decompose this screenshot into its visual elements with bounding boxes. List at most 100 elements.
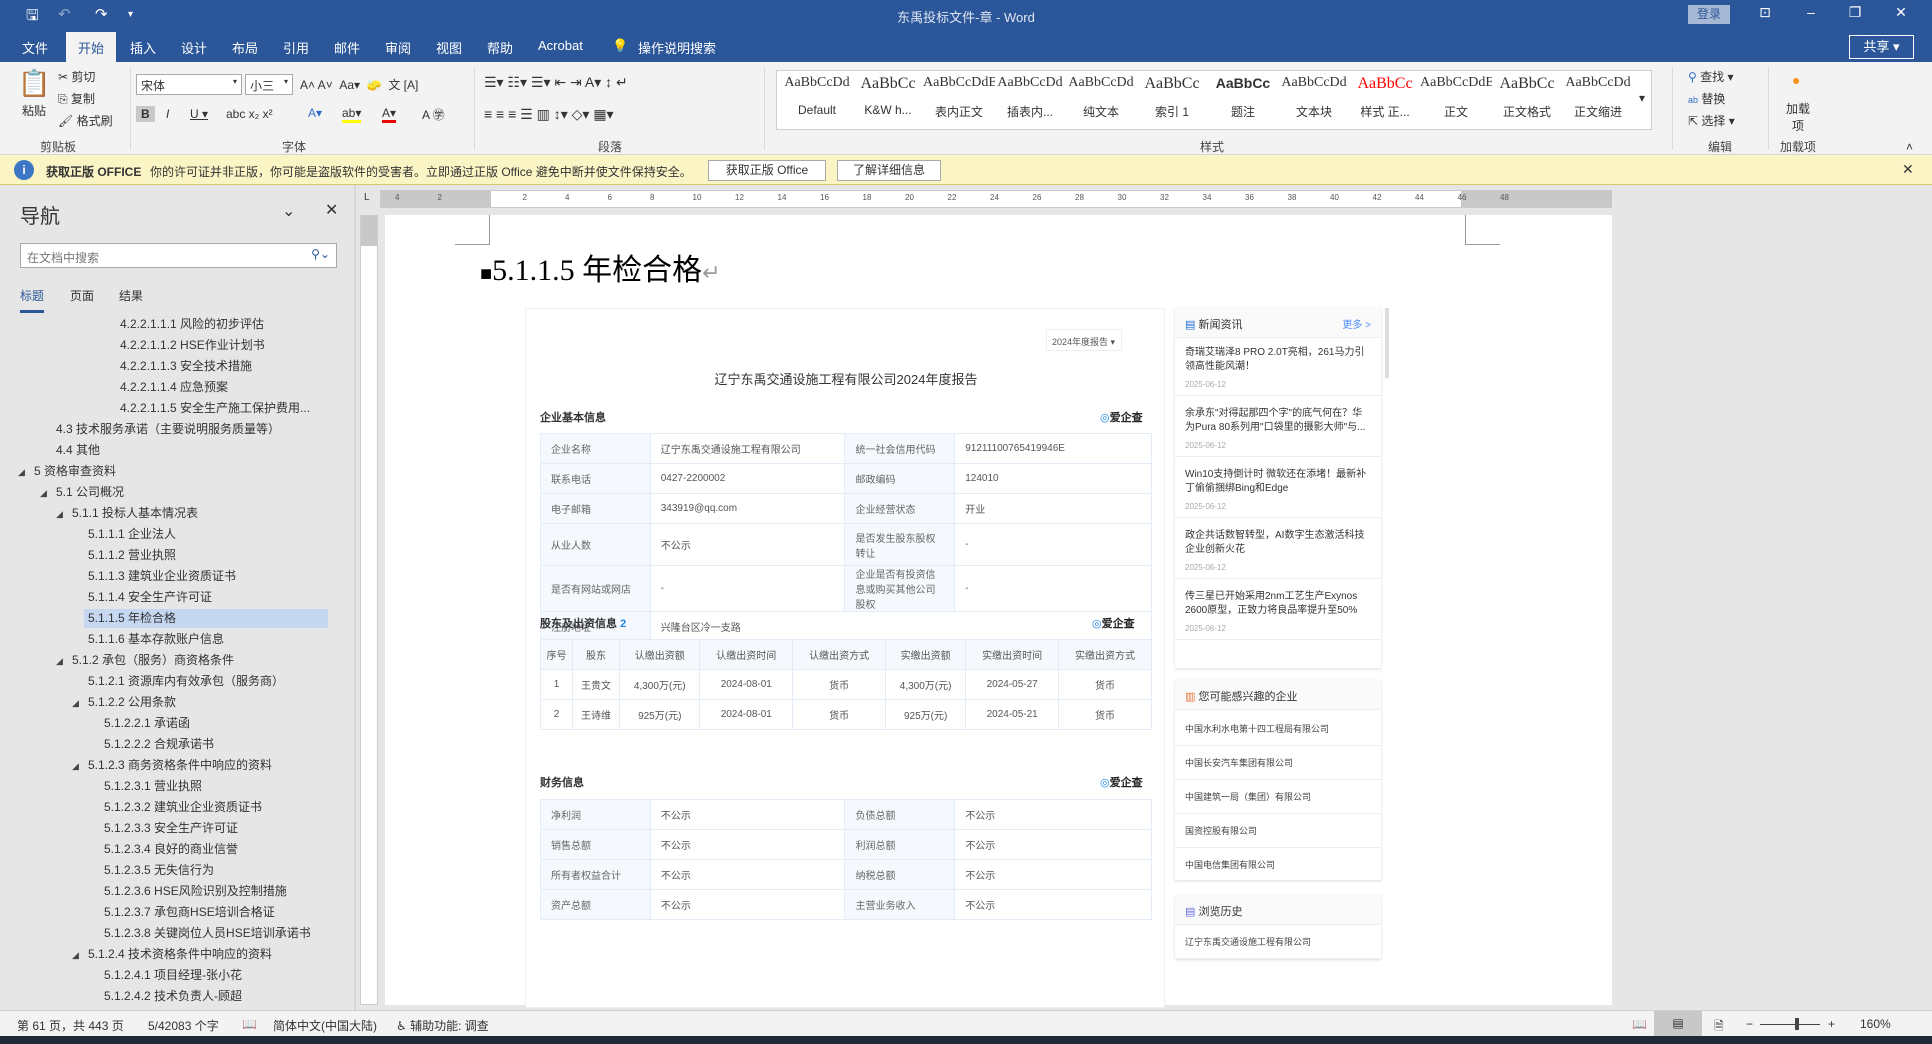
interest-company[interactable]: 中国建筑一局（集团）有限公司 <box>1175 780 1381 814</box>
addins-button[interactable]: 加载项 <box>1786 100 1810 134</box>
vertical-ruler[interactable] <box>360 215 378 1005</box>
style-item[interactable]: AaBbCcDd 文本块 <box>1278 75 1350 120</box>
zoom-out-button[interactable]: − <box>1746 1017 1753 1031</box>
learn-more-button[interactable]: 了解详细信息 <box>837 160 941 181</box>
underline-button[interactable]: U ▾ <box>190 107 208 121</box>
paste-button[interactable]: 粘贴 <box>22 102 46 119</box>
text-effects-icon[interactable]: A▾ <box>308 106 322 120</box>
nav-heading-item[interactable]: 5.1.2.4 技术资格条件中响应的资料 <box>84 945 272 964</box>
expand-triangle-icon[interactable]: ◢ <box>72 950 79 961</box>
zoom-in-button[interactable]: + <box>1828 1017 1835 1031</box>
expand-triangle-icon[interactable]: ◢ <box>40 488 47 499</box>
font-size-combo[interactable]: 小三 ▾ <box>245 74 293 95</box>
nav-heading-item[interactable]: 5 资格审查资料 <box>30 462 116 481</box>
close-button[interactable]: ✕ <box>1886 4 1916 21</box>
news-item[interactable]: 余承东"对得起那四个字"的底气何在？华为Pura 80系列用"口袋里的摄影大师"… <box>1175 401 1381 457</box>
interest-company[interactable]: 中国水利水电第十四工程局有限公司 <box>1175 712 1381 746</box>
tab-acrobat[interactable]: Acrobat <box>538 38 583 53</box>
nav-heading-item[interactable]: 5.1.2.2.1 承诺函 <box>100 714 190 733</box>
read-mode-icon[interactable]: 📖 <box>1632 1017 1647 1031</box>
expand-triangle-icon[interactable]: ◢ <box>56 656 63 667</box>
nav-heading-item[interactable]: 5.1.1.6 基本存款账户信息 <box>84 630 224 649</box>
style-item[interactable]: AaBbCcDd 插表内... <box>994 75 1066 120</box>
font-color-icon[interactable]: A▾ <box>382 106 397 123</box>
format-painter-button[interactable]: 🖌 格式刷 <box>58 112 113 129</box>
paste-icon[interactable]: 📋 <box>18 68 50 99</box>
zoom-level[interactable]: 160% <box>1860 1017 1891 1031</box>
char-shading-icon[interactable]: A ㊫ <box>422 106 445 123</box>
nav-heading-item[interactable]: 4.2.2.1.1.1 风险的初步评估 <box>116 315 264 334</box>
style-item[interactable]: AaBbCcDdE 正文 <box>1420 75 1492 120</box>
nav-tab-results[interactable]: 结果 <box>119 287 143 304</box>
nav-close-icon[interactable]: ✕ <box>325 200 338 220</box>
nav-heading-item[interactable]: 5.1.2 承包（服务）商资格条件 <box>68 651 234 670</box>
nav-heading-item[interactable]: 5.1.1 投标人基本情况表 <box>68 504 198 523</box>
style-item[interactable]: AaBbCcDd 正文缩进 <box>1562 75 1634 120</box>
nav-heading-item[interactable]: 5.1.2.3.3 安全生产许可证 <box>100 819 238 838</box>
interest-company[interactable]: 中国电信集团有限公司 <box>1175 848 1381 882</box>
tab-stop-selector[interactable]: L <box>364 192 370 203</box>
highlight-icon[interactable]: ab▾ <box>342 106 362 123</box>
maximize-button[interactable]: ❐ <box>1840 4 1870 21</box>
nav-search-input[interactable]: 在文档中搜索 ⚲⌄ <box>20 243 337 268</box>
close-infobar-icon[interactable]: ✕ <box>1902 161 1914 178</box>
tab-file[interactable]: 文件 <box>22 38 48 57</box>
nav-options-icon[interactable]: ⌄ <box>282 201 295 221</box>
style-item[interactable]: AaBbCc 题注 <box>1207 75 1279 120</box>
nav-heading-item[interactable]: 5.1.1.1 企业法人 <box>84 525 176 544</box>
tab-view[interactable]: 视图 <box>436 38 462 57</box>
get-genuine-office-button[interactable]: 获取正版 Office <box>708 160 826 181</box>
nav-tab-headings[interactable]: 标题 <box>20 287 45 313</box>
history-company[interactable]: 辽宁东禹交通设施工程有限公司 <box>1175 925 1381 959</box>
copy-button[interactable]: ⎘ 复制 <box>58 90 95 107</box>
expand-triangle-icon[interactable]: ◢ <box>18 467 25 478</box>
proofing-icon[interactable]: 📖 <box>242 1017 257 1031</box>
style-item[interactable]: AaBbCcDd 纯文本 <box>1065 75 1137 120</box>
addins-icon[interactable]: ● <box>1792 72 1800 88</box>
select-button[interactable]: ⇱ 选择 ▾ <box>1688 112 1735 129</box>
tell-me-search[interactable]: 操作说明搜索 <box>638 38 716 57</box>
document-page[interactable]: ■5.1.1.5 年检合格↵ 2024年度报告 ▾ 辽宁东禹交通设施工程有限公司… <box>385 215 1612 1008</box>
nav-scrollbar[interactable] <box>354 185 356 1010</box>
expand-triangle-icon[interactable]: ◢ <box>72 698 79 709</box>
tab-home[interactable]: 开始 <box>66 32 117 62</box>
strikethrough-button[interactable]: abc x₂ x² <box>226 107 273 121</box>
font-name-combo[interactable]: 宋体 ▾ <box>136 74 242 95</box>
nav-heading-item[interactable]: 5.1.2.3.1 营业执照 <box>100 777 202 796</box>
news-item[interactable]: Win10支持倒计时 微软还在添堵！最新补丁偷偷捆绑Bing和Edge 2025-… <box>1175 462 1381 518</box>
nav-heading-item[interactable]: 5.1 公司概况 <box>52 483 124 502</box>
horizontal-ruler[interactable]: 4 2 2 4 6 8 10 12 14 16 18 20 22 24 26 28 30 32 34 36 38 40 42… <box>380 190 1613 208</box>
search-icon[interactable]: ⚲⌄ <box>311 247 330 261</box>
ribbon-display-options-icon[interactable]: ⊡ <box>1750 4 1780 21</box>
expand-triangle-icon[interactable]: ◢ <box>56 509 63 520</box>
nav-heading-item[interactable]: 5.1.2.2 公用条款 <box>84 693 176 712</box>
nav-heading-item[interactable]: 5.1.2.4.2 技术负责人-顾超 <box>100 987 242 1006</box>
style-item[interactable]: AaBbCc K&W h... <box>852 75 924 117</box>
nav-heading-item[interactable]: 4.2.2.1.1.2 HSE作业计划书 <box>116 336 265 355</box>
nav-heading-item[interactable]: 5.1.1.5 年检合格 <box>84 609 328 628</box>
tab-layout[interactable]: 布局 <box>232 38 258 57</box>
zoom-slider[interactable] <box>1760 1024 1820 1025</box>
news-item[interactable]: 传三星已开始采用2nm工艺生产Exynos 2600原型，正致力将良品率提升至5… <box>1175 584 1381 640</box>
find-button[interactable]: ⚲ 查找 ▾ <box>1688 68 1734 85</box>
tab-references[interactable]: 引用 <box>283 38 309 57</box>
nav-heading-item[interactable]: 4.2.2.1.1.4 应急预案 <box>116 378 228 397</box>
tab-help[interactable]: 帮助 <box>487 38 513 57</box>
nav-tab-pages[interactable]: 页面 <box>70 287 94 304</box>
news-item[interactable]: 奇瑞艾瑞泽8 PRO 2.0T亮相，261马力引领高性能风潮！ 2025-06-1… <box>1175 340 1381 396</box>
language[interactable]: 简体中文(中国大陆) <box>273 1017 377 1034</box>
nav-heading-item[interactable]: 5.1.2.3.6 HSE风险识别及控制措施 <box>100 882 287 901</box>
nav-heading-item[interactable]: 5.1.2.1 资源库内有效承包（服务商） <box>84 672 284 691</box>
nav-heading-item[interactable]: 5.1.2.4.1 项目经理-张小花 <box>100 966 242 985</box>
nav-heading-item[interactable]: 4.3 技术服务承诺（主要说明服务质量等） <box>52 420 280 439</box>
nav-heading-item[interactable]: 4.2.2.1.1.3 安全技术措施 <box>116 357 252 376</box>
expand-triangle-icon[interactable]: ◢ <box>72 761 79 772</box>
login-button[interactable]: 登录 <box>1688 5 1730 24</box>
accessibility-status[interactable]: ♿ 辅助功能: 调查 <box>396 1017 489 1034</box>
print-layout-icon[interactable]: ▤ <box>1654 1011 1702 1037</box>
styles-more-icon[interactable]: ▾ <box>1639 91 1645 105</box>
web-layout-icon[interactable]: 🗎 <box>1714 1017 1724 1038</box>
nav-heading-item[interactable]: 5.1.1.4 安全生产许可证 <box>84 588 212 607</box>
tab-design[interactable]: 设计 <box>181 38 207 57</box>
nav-heading-item[interactable]: 4.4 其他 <box>52 441 100 460</box>
